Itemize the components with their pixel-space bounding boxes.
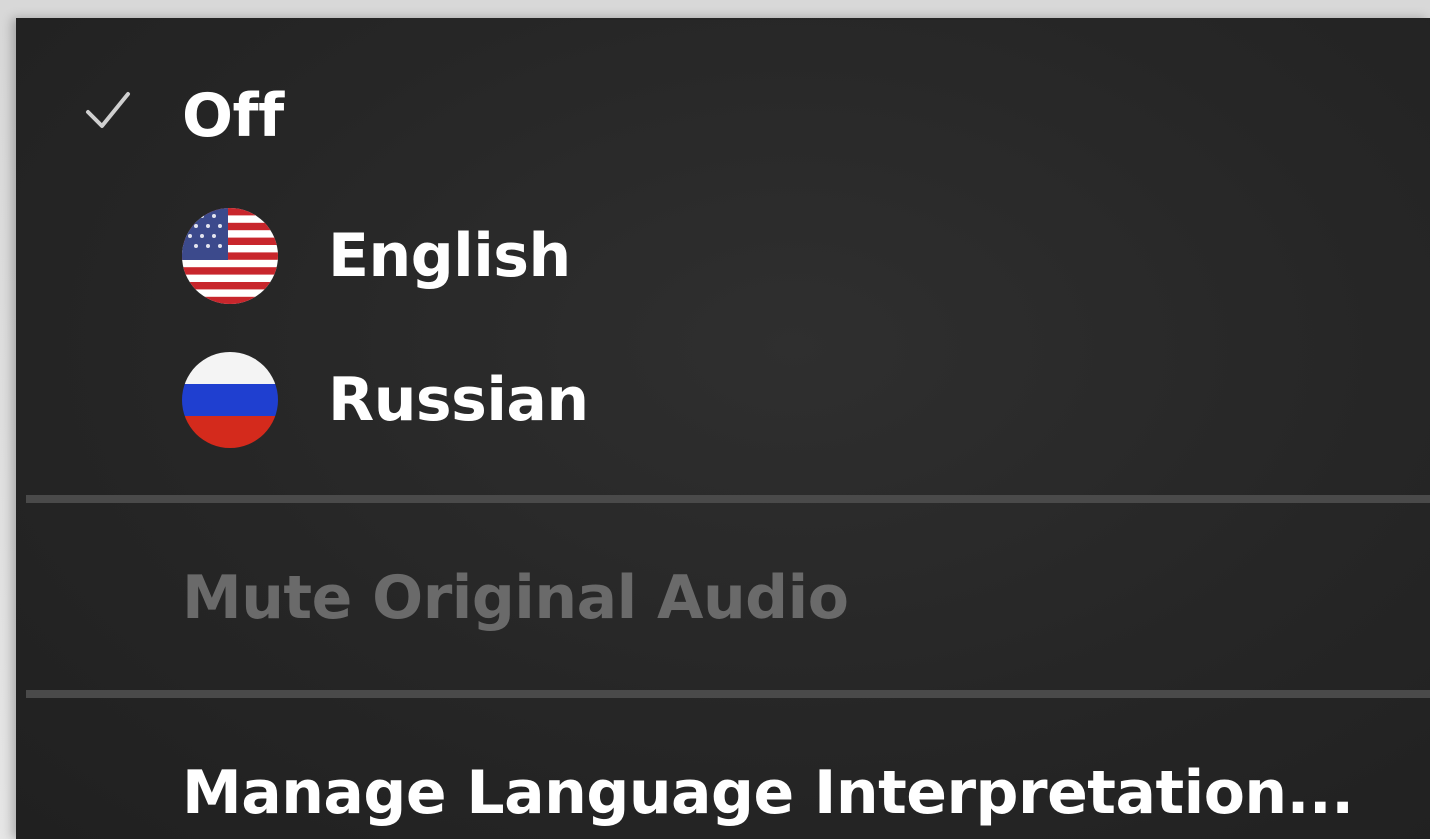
us-flag-icon <box>182 208 278 304</box>
menu-item-english[interactable]: English <box>182 196 571 316</box>
manage-language-interpretation-label: Manage Language Interpretation... <box>182 758 1354 828</box>
russia-flag-icon <box>182 352 278 448</box>
checkmark-icon <box>86 92 130 128</box>
interpretation-menu: Off English Russian Mute Original Audio … <box>16 18 1430 839</box>
menu-item-russian-label: Russian <box>328 365 589 435</box>
menu-item-english-label: English <box>328 221 571 291</box>
menu-divider <box>26 495 1430 503</box>
mute-original-audio-item: Mute Original Audio <box>182 538 849 658</box>
menu-item-russian[interactable]: Russian <box>182 340 589 460</box>
mute-original-audio-label: Mute Original Audio <box>182 563 849 633</box>
menu-divider <box>26 690 1430 698</box>
menu-item-off[interactable]: Off <box>182 56 284 176</box>
manage-language-interpretation-item[interactable]: Manage Language Interpretation... <box>182 733 1354 839</box>
menu-item-off-label: Off <box>182 81 284 151</box>
